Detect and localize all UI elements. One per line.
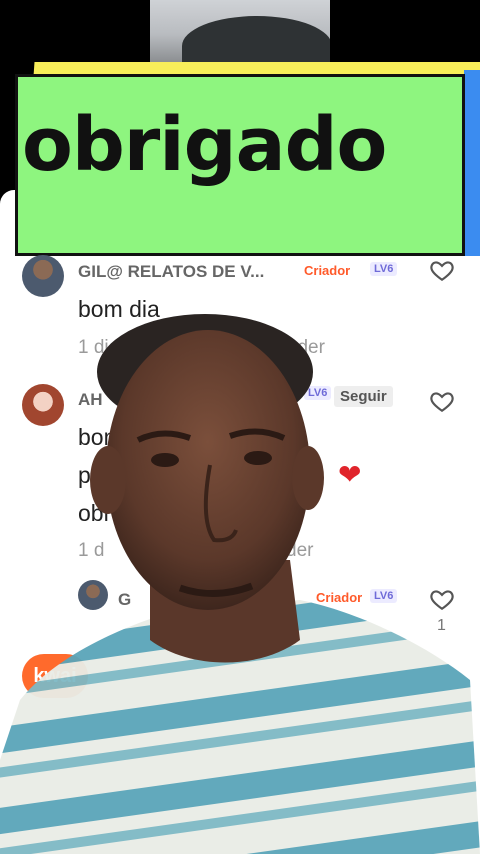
comment-line: obr — [78, 500, 112, 526]
level-badge: LV6 — [370, 262, 398, 276]
avatar[interactable] — [78, 580, 108, 610]
level-badge: LV6 — [370, 589, 398, 603]
like-count: 1 — [437, 617, 446, 634]
level-badge: LV6 — [304, 386, 332, 400]
creator-badge: Criador — [304, 263, 351, 278]
comment-author[interactable]: AH — [78, 390, 103, 410]
reply-link[interactable]: Responder — [232, 337, 325, 359]
heart-outline-icon[interactable] — [429, 257, 455, 283]
comment-time: 1 dia — [78, 337, 120, 358]
banner-text: obrigado — [22, 102, 387, 188]
kwai-logo: kwai — [22, 654, 88, 698]
heart-outline-icon[interactable] — [429, 586, 455, 612]
reply-link[interactable]: der — [286, 540, 313, 562]
comment-line: par — [78, 462, 112, 488]
comment-author[interactable]: GIL@ RELATOS DE V... — [78, 262, 264, 282]
comment-author[interactable]: G — [118, 590, 131, 610]
top-camera-feed — [150, 0, 330, 62]
avatar[interactable] — [22, 255, 64, 297]
banner-side-accent — [464, 70, 480, 256]
video-stage: obrigado GIL@ RELATOS DE V... Criador LV… — [0, 0, 480, 854]
comment-time: 1 d — [78, 540, 105, 561]
creator-badge: Criador — [316, 590, 363, 605]
avatar[interactable] — [22, 384, 64, 426]
red-heart-emoji: ❤ — [338, 459, 362, 490]
comment-line: bom — [78, 424, 123, 450]
follow-button[interactable]: Seguir — [334, 386, 393, 407]
heart-outline-icon[interactable] — [429, 388, 455, 414]
comment-text: bom dia — [78, 296, 160, 322]
comments-panel — [0, 190, 480, 854]
